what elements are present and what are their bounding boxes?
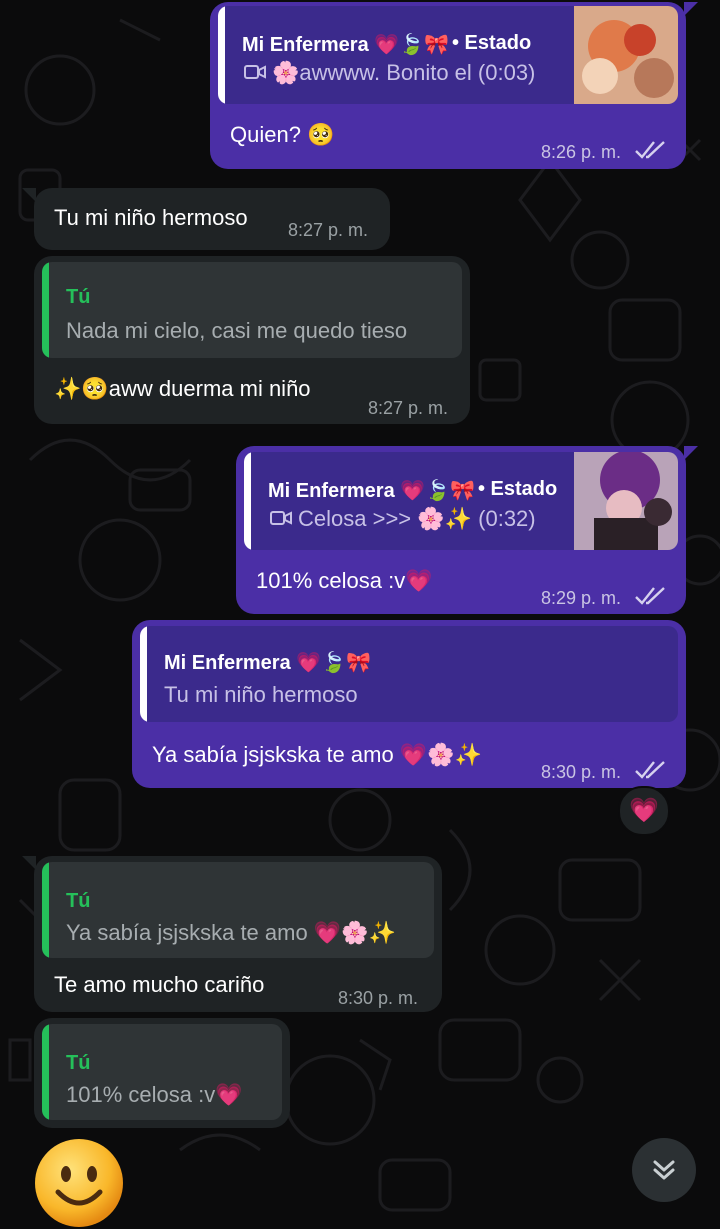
quote-author: Tú [66, 286, 91, 308]
message-time: 8:29 p. m. [541, 588, 622, 608]
quote-bar [42, 262, 49, 358]
double-check-icon [635, 141, 665, 159]
reply-quote[interactable]: Tú Ya sabía jsjskska te amo 💗🌸✨ [42, 862, 434, 958]
quote-author: Tú [66, 890, 91, 912]
quote-text: 🌸awwww. Bonito el (0:03) [272, 60, 536, 85]
quote-text: 101% celosa :v💗 [66, 1082, 243, 1107]
reply-quote[interactable]: Mi Enfermera 💗🍃🎀 • Estado Celosa >>> 🌸✨ … [244, 452, 678, 550]
double-check-icon [635, 587, 665, 605]
message-text: Ya sabía jsjskska te amo 💗🌸✨ [152, 742, 482, 767]
chevron-double-down-icon [653, 1160, 675, 1180]
video-icon [270, 511, 292, 525]
reply-quote[interactable]: Mi Enfermera 💗🍃🎀 • Estado 🌸awwww. Bonito… [218, 6, 678, 104]
scroll-to-bottom-button[interactable] [632, 1138, 696, 1202]
quote-suffix: • Estado [478, 478, 558, 500]
message-text: ✨🥺aww duerma mi niño [54, 376, 311, 401]
quote-author: Tú [66, 1052, 91, 1074]
quote-bar [42, 1024, 49, 1120]
quote-author: Mi Enfermera 💗🍃🎀 [268, 480, 475, 502]
outgoing-message[interactable]: Mi Enfermera 💗🍃🎀 Tu mi niño hermoso Ya s… [132, 620, 686, 788]
message-text: Quien? 🥺 [230, 122, 335, 147]
quote-bar [140, 626, 147, 722]
quote-author: Mi Enfermera 💗🍃🎀 [164, 652, 371, 674]
message-time: 8:30 p. m. [541, 762, 622, 782]
message-time: 8:27 p. m. [288, 220, 369, 240]
message-text: Tu mi niño hermoso [54, 205, 248, 230]
outgoing-message[interactable]: Mi Enfermera 💗🍃🎀 • Estado Celosa >>> 🌸✨ … [236, 446, 698, 614]
quote-text: Celosa >>> 🌸✨ (0:32) [298, 506, 536, 531]
quote-text: Ya sabía jsjskska te amo 💗🌸✨ [66, 920, 396, 945]
quote-bar [42, 862, 49, 958]
incoming-message[interactable]: Tú 101% celosa :v💗 [34, 1018, 290, 1128]
quote-author: Mi Enfermera 💗🍃🎀 [242, 34, 449, 56]
message-time: 8:27 p. m. [368, 398, 449, 418]
status-thumbnail[interactable] [574, 452, 678, 550]
heart-reaction[interactable]: 💗 [618, 786, 670, 836]
quote-text: Nada mi cielo, casi me quedo tieso [66, 318, 408, 343]
message-text: 101% celosa :v💗 [256, 568, 433, 593]
message-time: 8:26 p. m. [541, 142, 622, 162]
reply-quote[interactable]: Mi Enfermera 💗🍃🎀 Tu mi niño hermoso [140, 626, 678, 722]
quote-bar [244, 452, 251, 550]
double-check-icon [635, 761, 665, 779]
incoming-message[interactable]: Tú Nada mi cielo, casi me quedo tieso ✨🥺… [34, 256, 470, 424]
status-thumbnail[interactable] [574, 6, 678, 104]
incoming-message[interactable]: Tú Ya sabía jsjskska te amo 💗🌸✨ Te amo m… [22, 856, 442, 1012]
incoming-message[interactable]: Tu mi niño hermoso 8:27 p. m. [22, 188, 390, 250]
video-icon [244, 65, 266, 79]
reply-quote[interactable]: Tú Nada mi cielo, casi me quedo tieso [42, 262, 462, 358]
quote-bar [218, 6, 225, 104]
reply-quote[interactable]: Tú 101% celosa :v💗 [42, 1024, 282, 1120]
message-time: 8:30 p. m. [338, 988, 419, 1008]
quote-text: Tu mi niño hermoso [164, 682, 358, 707]
quote-suffix: • Estado [452, 32, 532, 54]
outgoing-message[interactable]: Mi Enfermera 💗🍃🎀 • Estado 🌸awwww. Bonito… [210, 2, 698, 169]
message-text: Te amo mucho cariño [54, 972, 265, 997]
smiley-sticker[interactable] [34, 1138, 124, 1228]
